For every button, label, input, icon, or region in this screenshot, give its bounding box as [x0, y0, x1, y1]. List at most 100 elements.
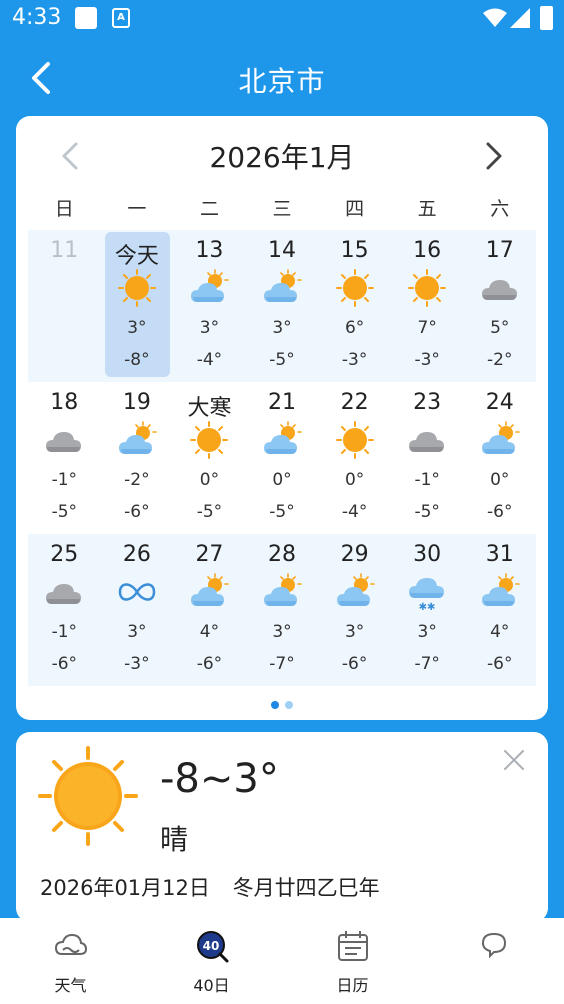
partly-cloudy-icon	[335, 572, 375, 612]
low-temp: -3°	[414, 350, 440, 370]
low-temp: -5°	[51, 502, 78, 522]
day-number: 28	[268, 542, 297, 567]
high-temp: 3°	[127, 318, 147, 338]
calendar-day[interactable]: 15 6° -3°	[318, 230, 391, 382]
calendar-card: 2026年1月 日一二三四五六 11 今天 3° -8° 13 3° -4° 14 3° -5° 1…	[16, 116, 548, 720]
calendar-day[interactable]: 31 4° -6°	[463, 534, 536, 686]
weekday-label: 三	[272, 198, 292, 220]
calendar-day[interactable]: 18 -1° -5°	[28, 382, 101, 534]
page-indicator	[16, 694, 548, 713]
calendar-day[interactable]: 23 -1° -5°	[391, 382, 464, 534]
high-temp: 3°	[272, 622, 292, 642]
calendar-day[interactable]: 30 ✱✱ 3° -7°	[391, 534, 464, 686]
weather-condition: 晴	[160, 823, 189, 856]
high-temp: 0°	[272, 470, 292, 490]
calendar-day[interactable]: 13 3° -4°	[173, 230, 246, 382]
calendar-day[interactable]: 16 7° -3°	[391, 230, 464, 382]
sun-icon	[335, 420, 375, 460]
low-temp: -6°	[51, 654, 78, 674]
calendar-day[interactable]: 27 4° -6°	[173, 534, 246, 686]
low-temp: -6°	[341, 654, 368, 674]
low-temp: -5°	[269, 350, 295, 370]
close-icon[interactable]	[502, 748, 526, 772]
calendar-day[interactable]: 大寒 0° -5°	[173, 382, 246, 534]
low-temp: -4°	[196, 350, 223, 370]
day-number: 18	[50, 390, 79, 415]
day-number: 13	[195, 238, 224, 263]
calendar-day-today[interactable]: 今天 3° -8°	[101, 230, 174, 382]
snow-icon: ✱✱	[407, 572, 447, 613]
sun-icon	[407, 268, 447, 308]
next-month-chevron-icon[interactable]	[474, 138, 510, 174]
sun-icon	[117, 268, 157, 308]
tab-40-days[interactable]: 40 40日	[141, 918, 282, 1004]
low-temp: -5°	[269, 502, 295, 522]
low-temp: -3°	[124, 654, 150, 674]
day-detail-card: -8~3° 晴 2026年01月12日 冬月廿四乙巳年	[16, 732, 548, 922]
cloud-icon	[44, 420, 84, 460]
low-temp: -6°	[487, 502, 513, 522]
partly-cloudy-icon	[480, 572, 520, 612]
high-temp: -1°	[51, 622, 78, 642]
high-temp: 4°	[199, 622, 220, 642]
svg-text:40: 40	[202, 939, 219, 953]
weekday-header: 日一二三四五六	[28, 194, 536, 220]
month-navigator: 2026年1月	[16, 134, 548, 178]
calendar-day[interactable]: 25 -1° -6°	[28, 534, 101, 686]
bottom-tab-bar: 天气 40 40日 日历	[0, 918, 564, 1004]
cloud-icon	[44, 572, 84, 612]
partly-cloudy-icon	[262, 268, 302, 308]
tab-label: 日历	[336, 976, 369, 995]
calendar-day[interactable]: 29 3° -6°	[318, 534, 391, 686]
month-title: 2026年1月	[209, 141, 355, 174]
high-temp: 3°	[417, 622, 437, 642]
tab-calendar[interactable]: 日历	[282, 918, 423, 1004]
tab-chat[interactable]	[423, 918, 564, 1004]
low-temp: -5°	[196, 502, 223, 522]
calendar-day[interactable]: 24 0° -6°	[463, 382, 536, 534]
day-number: 21	[268, 390, 297, 415]
page-title: 北京市	[238, 65, 326, 98]
high-temp: 0°	[199, 470, 220, 490]
cloud-icon	[480, 268, 520, 308]
calendar-day[interactable]: 17 5° -2°	[463, 230, 536, 382]
calendar-day[interactable]: 11	[28, 230, 101, 382]
page-dot-active[interactable]	[271, 701, 279, 709]
high-temp: 0°	[490, 470, 510, 490]
day-number: 23	[413, 390, 442, 415]
partly-cloudy-icon	[117, 420, 157, 460]
sim-icon: A	[112, 8, 130, 28]
day-number: 27	[195, 542, 224, 567]
low-temp: -5°	[414, 502, 440, 522]
solar-date: 2026年01月12日	[40, 876, 210, 900]
low-temp: -8°	[124, 350, 150, 370]
calendar-icon	[337, 931, 368, 961]
calendar-day[interactable]: 21 0° -5°	[246, 382, 319, 534]
sun-icon	[189, 420, 229, 460]
calendar-day[interactable]: 22 0° -4°	[318, 382, 391, 534]
tab-weather[interactable]: 天气	[0, 918, 141, 1004]
calendar-day[interactable]: 26 3° -3°	[101, 534, 174, 686]
day-number: 大寒	[187, 396, 232, 421]
day-number: 14	[268, 238, 297, 263]
calendar-day[interactable]: 28 3° -7°	[246, 534, 319, 686]
day-number: 17	[485, 238, 514, 263]
high-temp: 3°	[199, 318, 220, 338]
high-temp: 6°	[344, 318, 365, 338]
calendar-week-row: 25 -1° -6° 26 3° -3° 27 4° -6° 28 3° -7° 29 3° -6° 30 ✱✱…	[28, 534, 536, 686]
page-dot[interactable]	[285, 701, 293, 709]
day-number: 30	[413, 542, 442, 567]
lunar-date: 冬月廿四乙巳年	[232, 876, 380, 900]
tab-label: 40日	[193, 976, 230, 995]
partly-cloudy-icon	[262, 420, 302, 460]
calendar-day[interactable]: 19 -2° -6°	[101, 382, 174, 534]
cloud-icon	[407, 420, 447, 460]
signal-icon	[510, 8, 530, 28]
partly-cloudy-icon	[480, 420, 520, 460]
haze-icon	[117, 572, 157, 612]
high-temp: 3°	[127, 622, 147, 642]
calendar-day[interactable]: 14 3° -5°	[246, 230, 319, 382]
weekday-label: 六	[490, 198, 510, 220]
app-header: 北京市	[0, 44, 564, 112]
day-number: 24	[485, 390, 514, 415]
